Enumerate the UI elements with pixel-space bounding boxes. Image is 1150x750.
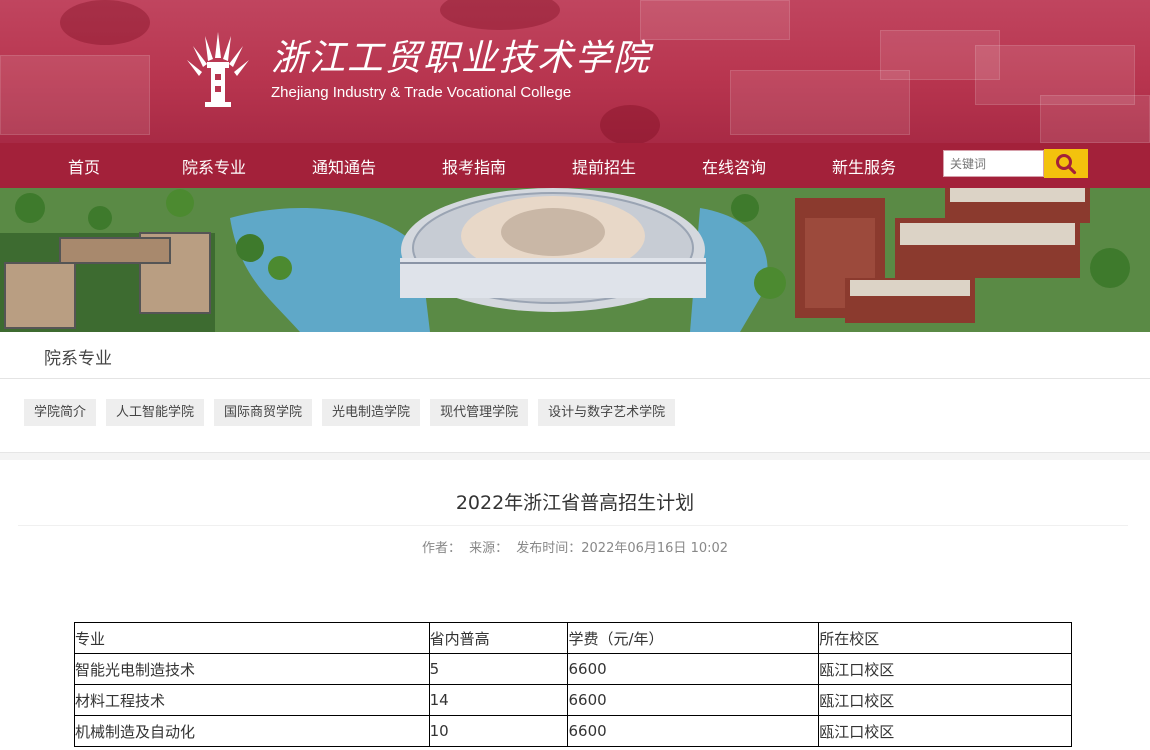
nav-item-early-admission[interactable]: 提前招生	[539, 154, 669, 178]
article-title: 2022年浙江省普高招生计划	[455, 492, 695, 514]
table-cell: 瓯江口校区	[818, 715, 1072, 747]
search-button[interactable]	[1044, 149, 1088, 178]
banner-building	[0, 55, 150, 135]
nav-item-notices[interactable]: 通知通告	[279, 154, 409, 178]
subnav-design-digital-art-college[interactable]: 设计与数字艺术学院	[538, 399, 676, 426]
table-cell: 机械制造及自动化	[74, 715, 430, 747]
banner-tree	[600, 105, 660, 143]
table-row: 材料工程技术 14 6600 瓯江口校区	[74, 684, 1072, 716]
author-label: 作者：	[421, 541, 461, 556]
table-cell: 6600	[567, 653, 820, 685]
section-title: 院系专业	[44, 349, 112, 369]
school-emblem-icon	[187, 32, 249, 107]
header-banner: 浙江工贸职业技术学院 Zhejiang Industry & Trade Voc…	[0, 0, 1150, 143]
table-header-cell: 省内普高	[428, 622, 569, 654]
table-cell: 瓯江口校区	[818, 684, 1072, 716]
table-header-cell: 专业	[74, 622, 430, 654]
campus-illustration	[0, 188, 1150, 332]
table-cell: 6600	[567, 715, 820, 747]
search-input[interactable]	[943, 150, 1044, 177]
school-name-cn: 浙江工贸职业技术学院	[271, 37, 652, 79]
table-row: 机械制造及自动化 10 6600 瓯江口校区	[74, 715, 1072, 747]
table-header-cell: 所在校区	[818, 622, 1072, 654]
main-nav: 首页 院系专业 通知通告 报考指南 提前招生 在线咨询 新生服务	[0, 143, 1150, 188]
site-logo[interactable]: 浙江工贸职业技术学院 Zhejiang Industry & Trade Voc…	[185, 28, 651, 110]
banner-building	[640, 0, 790, 40]
enrollment-plan-table: 专业 省内普高 学费（元/年） 所在校区 智能光电制造技术 5 6600 瓯江口…	[74, 622, 1072, 747]
nav-item-application-guide[interactable]: 报考指南	[409, 154, 539, 178]
table-cell: 10	[428, 715, 569, 747]
table-cell: 14	[428, 684, 569, 716]
table-header-row: 专业 省内普高 学费（元/年） 所在校区	[74, 622, 1072, 654]
section-heading: 院系专业	[0, 332, 1150, 379]
table-cell: 6600	[567, 684, 820, 716]
table-row: 智能光电制造技术 5 6600 瓯江口校区	[74, 653, 1072, 685]
campus-banner-image	[0, 188, 1150, 332]
banner-tree	[440, 0, 560, 30]
source-label: 来源：	[469, 541, 509, 556]
article-meta: 作者： 来源： 发布时间：2022年06月16日 10:02	[0, 537, 1150, 556]
banner-tree	[60, 0, 150, 45]
publish-time: 发布时间：2022年06月16日 10:02	[516, 541, 729, 556]
subnav-ai-college[interactable]: 人工智能学院	[106, 399, 205, 426]
table-cell: 5	[428, 653, 569, 685]
nav-item-home[interactable]: 首页	[19, 154, 149, 178]
subnav-international-trade-college[interactable]: 国际商贸学院	[214, 399, 313, 426]
table-cell: 智能光电制造技术	[74, 653, 430, 685]
content-divider	[0, 452, 1150, 460]
school-name-en: Zhejiang Industry & Trade Vocational Col…	[271, 83, 572, 101]
subnav-optoelectronic-college[interactable]: 光电制造学院	[322, 399, 421, 426]
search-icon	[1056, 153, 1077, 174]
table-cell: 瓯江口校区	[818, 653, 1072, 685]
subnav-management-college[interactable]: 现代管理学院	[430, 399, 529, 426]
nav-item-freshman-services[interactable]: 新生服务	[799, 154, 929, 178]
department-subnav: 学院简介 人工智能学院 国际商贸学院 光电制造学院 现代管理学院 设计与数字艺术…	[24, 399, 685, 426]
nav-item-departments[interactable]: 院系专业	[149, 154, 279, 178]
table-header-cell: 学费（元/年）	[567, 622, 820, 654]
title-divider	[18, 525, 1128, 526]
table-cell: 材料工程技术	[74, 684, 430, 716]
nav-item-online-consult[interactable]: 在线咨询	[669, 154, 799, 178]
banner-building	[1040, 95, 1150, 143]
subnav-college-intro[interactable]: 学院简介	[24, 399, 97, 426]
